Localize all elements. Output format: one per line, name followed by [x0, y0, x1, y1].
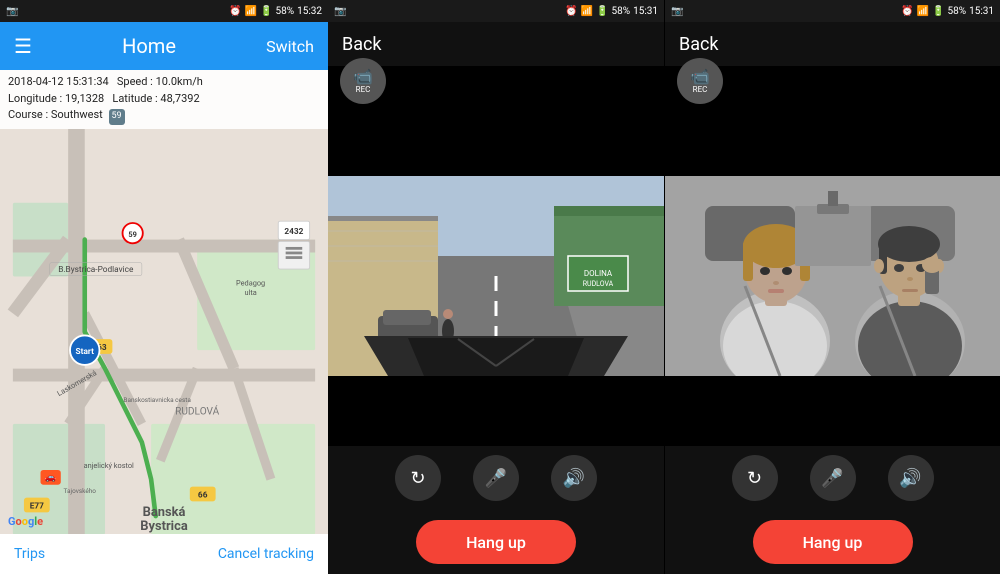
- map-area: 163 E77 66 Banská Bystrica RUDLOVÁ B.Bys…: [0, 129, 328, 535]
- datetime: 2018-04-12 15:31:34: [8, 75, 109, 88]
- refresh-button-1[interactable]: ↻: [395, 455, 441, 501]
- svg-text:Banskostiavnicka cesta: Banskostiavnicka cesta: [123, 395, 191, 403]
- hangup-row-1: Hang up: [328, 510, 664, 574]
- svg-text:anjelický kostol: anjelický kostol: [84, 461, 134, 470]
- video-bottom-black-2: [665, 376, 1000, 446]
- svg-text:RUDLOVA: RUDLOVA: [583, 280, 614, 288]
- svg-text:Bystrica: Bystrica: [140, 518, 188, 533]
- cam-icon-v1: 📷: [334, 6, 346, 17]
- longitude: Longitude : 19,1328: [8, 92, 104, 105]
- battery-v1: 🔋: [596, 6, 608, 17]
- rec-button-1[interactable]: 📹 REC: [340, 58, 386, 104]
- controls-row-1: ↻ 🎤 🔊: [328, 446, 664, 510]
- svg-text:DOLINA: DOLINA: [584, 269, 613, 278]
- course: Course : Southwest: [8, 108, 103, 121]
- status-bar-video2: 📷 ⏰ 📶 🔋 58% 15:31: [665, 0, 1000, 22]
- controls-row-2: ↻ 🎤 🔊: [665, 446, 1000, 510]
- google-logo: Google: [8, 515, 43, 528]
- video-bottom-black-1: [328, 376, 664, 446]
- datetime-speed: 2018-04-12 15:31:34 Speed : 10.0km/h: [8, 74, 320, 91]
- battery-v2: 🔋: [932, 6, 944, 17]
- mute-button-1[interactable]: 🎤: [473, 455, 519, 501]
- hangup-row-2: Hang up: [665, 510, 1000, 574]
- time-v1: 15:31: [633, 6, 658, 17]
- switch-button[interactable]: Switch: [266, 37, 314, 56]
- course-badge: 59: [109, 109, 125, 125]
- speed: Speed : 10.0km/h: [117, 75, 203, 88]
- svg-text:2432: 2432: [284, 227, 303, 237]
- svg-text:RUDLOVÁ: RUDLOVÁ: [175, 404, 220, 417]
- svg-text:59: 59: [128, 229, 136, 238]
- map-svg: 163 E77 66 Banská Bystrica RUDLOVÁ B.Bys…: [0, 129, 328, 535]
- interior-panel: 📷 ⏰ 📶 🔋 58% 15:31 Back 📹 REC: [664, 0, 1000, 574]
- refresh-icon-2: ↻: [747, 468, 762, 489]
- wifi-v2: 📶: [917, 6, 929, 17]
- menu-icon[interactable]: ☰: [14, 34, 32, 58]
- bottom-bar: Trips Cancel tracking: [0, 534, 328, 574]
- svg-text:🚗: 🚗: [45, 472, 56, 483]
- speaker-button-2[interactable]: 🔊: [888, 455, 934, 501]
- rec-cam-icon-1: 📹: [353, 69, 373, 85]
- battery-icon: 🔋: [260, 6, 272, 17]
- trips-button[interactable]: Trips: [14, 546, 45, 562]
- svg-text:Start: Start: [76, 346, 95, 356]
- rec-label-1: REC: [356, 85, 371, 94]
- interior-feed: [665, 176, 1000, 376]
- rec-label-2: REC: [693, 85, 708, 94]
- cancel-tracking-button[interactable]: Cancel tracking: [218, 546, 314, 562]
- refresh-icon-1: ↻: [410, 468, 425, 489]
- refresh-button-2[interactable]: ↻: [732, 455, 778, 501]
- video-header-1: Back: [328, 22, 664, 66]
- dashcam-panel: 📷 ⏰ 📶 🔋 58% 15:31 Back 📹 REC: [328, 0, 664, 574]
- course-row: Course : Southwest 59: [8, 107, 320, 125]
- video-header-2: Back: [665, 22, 1000, 66]
- status-bar-map: 📷 ⏰ 📶 🔋 58% 15:32: [0, 0, 328, 22]
- info-bar: 2018-04-12 15:31:34 Speed : 10.0km/h Lon…: [0, 70, 328, 129]
- app-header: ☰ Home Switch: [0, 22, 328, 70]
- svg-text:Pedagog: Pedagog: [236, 278, 265, 287]
- svg-text:E77: E77: [30, 501, 44, 511]
- mute-icon-1: 🎤: [485, 468, 507, 489]
- status-bar-video1: 📷 ⏰ 📶 🔋 58% 15:31: [328, 0, 664, 22]
- svg-text:66: 66: [198, 490, 208, 500]
- dashcam-feed: DOLINA RUDLOVA: [328, 176, 664, 376]
- time-display: 15:32: [297, 6, 322, 17]
- rec-button-2[interactable]: 📹 REC: [677, 58, 723, 104]
- svg-text:ulta: ulta: [244, 287, 256, 296]
- dashcam-svg: DOLINA RUDLOVA: [328, 176, 664, 376]
- status-icons-v2: ⏰ 📶 🔋 58% 15:31: [901, 6, 994, 17]
- alarm-v1: ⏰: [565, 6, 577, 17]
- hangup-button-1[interactable]: Hang up: [416, 520, 576, 564]
- coords: Longitude : 19,1328 Latitude : 48,7392: [8, 91, 320, 108]
- speaker-icon-1: 🔊: [563, 468, 585, 489]
- latitude: Latitude : 48,7392: [112, 92, 199, 105]
- battery-pct-v2: 58%: [948, 6, 967, 17]
- wifi-v1: 📶: [581, 6, 593, 17]
- battery-percent: 58%: [276, 6, 295, 17]
- rec-cam-icon-2: 📹: [690, 69, 710, 85]
- battery-pct-v1: 58%: [612, 6, 631, 17]
- svg-text:B.Bystrica-Podlavice: B.Bystrica-Podlavice: [58, 264, 134, 274]
- mute-button-2[interactable]: 🎤: [810, 455, 856, 501]
- speaker-icon-2: 🔊: [899, 468, 921, 489]
- hangup-button-2[interactable]: Hang up: [753, 520, 913, 564]
- back-button-2[interactable]: Back: [679, 34, 719, 55]
- alarm-v2: ⏰: [901, 6, 913, 17]
- svg-text:Tajovského: Tajovského: [64, 487, 97, 495]
- interior-svg: [665, 176, 1000, 376]
- camera-icon-status: 📷: [6, 6, 18, 17]
- speaker-button-1[interactable]: 🔊: [551, 455, 597, 501]
- back-button-1[interactable]: Back: [342, 34, 382, 55]
- alarm-icon: ⏰: [229, 6, 241, 17]
- map-panel: 📷 ⏰ 📶 🔋 58% 15:32 ☰ Home Switch 2018-04-…: [0, 0, 328, 574]
- app-title: Home: [122, 34, 176, 58]
- cam-icon-v2: 📷: [671, 6, 683, 17]
- mute-icon-2: 🎤: [821, 468, 843, 489]
- time-v2: 15:31: [969, 6, 994, 17]
- status-icons-v1: ⏰ 📶 🔋 58% 15:31: [565, 6, 658, 17]
- wifi-icon: 📶: [245, 6, 257, 17]
- svg-text:Banská: Banská: [143, 505, 186, 520]
- status-icons: ⏰ 📶 🔋 58% 15:32: [229, 6, 322, 17]
